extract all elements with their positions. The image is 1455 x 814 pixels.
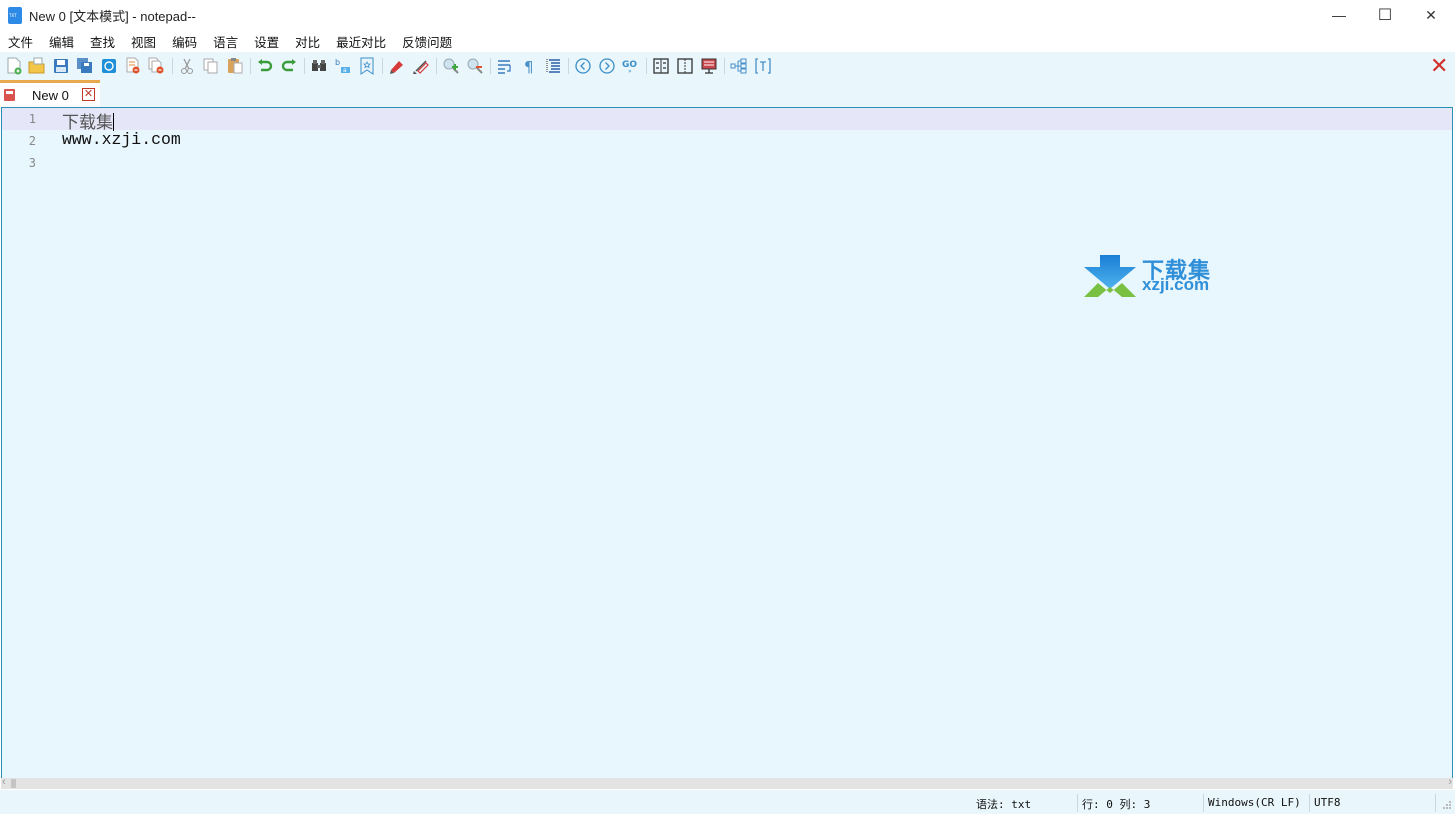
maximize-icon: ☐ — [1377, 7, 1393, 24]
toolbar-separator — [490, 58, 491, 74]
close-all-icon[interactable] — [148, 57, 166, 75]
menu-feedback[interactable]: 反馈问题 — [402, 32, 452, 51]
tree-view-icon[interactable] — [730, 57, 748, 75]
download-arrow-icon — [1084, 255, 1136, 297]
scroll-right-icon[interactable]: › — [1448, 776, 1452, 788]
toolbar-separator — [436, 58, 437, 74]
bookmark-icon[interactable] — [358, 57, 376, 75]
status-separator — [1435, 794, 1436, 812]
app-icon — [8, 6, 22, 24]
menu-encoding[interactable]: 编码 — [172, 32, 197, 51]
status-position: 行: 0 列: 3 — [1082, 798, 1151, 811]
menu-language[interactable]: 语言 — [213, 32, 238, 51]
undo-icon[interactable] — [256, 57, 274, 75]
menu-find[interactable]: 查找 — [90, 32, 115, 51]
line-number: 2 — [28, 134, 36, 148]
svg-text:a: a — [343, 67, 347, 74]
editor-line[interactable]: 3 — [2, 152, 1452, 174]
toolbar-separator — [172, 58, 173, 74]
tab-label: New 0 — [32, 88, 69, 103]
autosave-icon[interactable] — [100, 57, 118, 75]
word-wrap-icon[interactable] — [496, 57, 514, 75]
resize-grip-icon[interactable] — [1442, 800, 1452, 810]
status-eol: Windows(CR LF) — [1208, 796, 1301, 809]
menu-bar: 文件 编辑 查找 视图 编码 语言 设置 对比 最近对比 反馈问题 — [0, 30, 1455, 52]
minimize-button[interactable]: — — [1316, 0, 1362, 30]
title-bar: New 0 [文本模式] - notepad-- — ☐ ✕ — [0, 0, 1455, 30]
zoom-in-icon[interactable] — [442, 57, 460, 75]
status-separator — [1309, 794, 1310, 812]
menu-view[interactable]: 视图 — [131, 32, 156, 51]
toolbar-separator — [724, 58, 725, 74]
tab-bar: New 0 ✕ — [0, 80, 1455, 107]
bin-compare-icon[interactable] — [700, 57, 718, 75]
clear-mark-icon[interactable] — [412, 57, 430, 75]
prev-icon[interactable] — [574, 57, 592, 75]
menu-edit[interactable]: 编辑 — [49, 32, 74, 51]
close-all-tabs-button[interactable]: ✕ — [1430, 53, 1448, 79]
show-symbols-icon[interactable]: ¶ — [520, 57, 538, 75]
status-encoding: UTF8 — [1314, 796, 1341, 809]
status-separator — [1077, 794, 1078, 812]
tab-close-button[interactable]: ✕ — [82, 88, 95, 101]
window-title: New 0 [文本模式] - notepad-- — [29, 8, 196, 24]
new-file-icon[interactable] — [5, 57, 23, 75]
text-mode-icon[interactable] — [754, 57, 772, 75]
editor-area[interactable]: 1 下载集 2 www.xzji.com 3 — [1, 107, 1453, 789]
paste-icon[interactable] — [226, 57, 244, 75]
toolbar-separator — [568, 58, 569, 74]
line-text: www.xzji.com — [62, 130, 181, 149]
toolbar-separator — [250, 58, 251, 74]
tab-new-0[interactable]: New 0 ✕ — [0, 80, 100, 107]
watermark-logo: 下载集 xzji.com — [1082, 253, 1222, 299]
close-file-icon[interactable] — [124, 57, 142, 75]
status-bar: 语法: txt 行: 0 列: 3 Windows(CR LF) UTF8 — [0, 790, 1455, 814]
text-caret — [113, 113, 114, 131]
svg-text:b: b — [335, 58, 340, 67]
find-icon[interactable] — [310, 57, 328, 75]
close-icon: ✕ — [83, 88, 94, 100]
minimize-icon: — — [1332, 7, 1346, 23]
status-syntax: 语法: txt — [976, 798, 1032, 811]
toolbar-separator — [646, 58, 647, 74]
cut-icon[interactable] — [178, 57, 196, 75]
menu-compare[interactable]: 对比 — [295, 32, 320, 51]
toolbar-separator — [382, 58, 383, 74]
watermark-url: xzji.com — [1142, 275, 1210, 294]
redo-icon[interactable] — [280, 57, 298, 75]
status-separator — [1203, 794, 1204, 812]
save-icon[interactable] — [52, 57, 70, 75]
maximize-button[interactable]: ☐ — [1362, 0, 1408, 30]
open-folder-icon[interactable] — [28, 57, 46, 75]
compare-files-icon[interactable] — [652, 57, 670, 75]
horizontal-scrollbar[interactable]: ‹ › — [1, 776, 1453, 789]
toolbar: ba ¶ GO» ✕ — [0, 52, 1455, 80]
editor-line[interactable]: 1 下载集 — [2, 108, 1452, 133]
indent-guide-icon[interactable] — [544, 57, 562, 75]
toolbar-separator — [304, 58, 305, 74]
save-all-icon[interactable] — [76, 57, 94, 75]
scroll-left-icon[interactable]: ‹ — [2, 776, 6, 788]
editor-line[interactable]: 2 www.xzji.com — [2, 130, 1452, 152]
replace-icon[interactable]: ba — [334, 57, 352, 75]
unsaved-disk-icon — [4, 89, 15, 101]
close-icon: ✕ — [1430, 53, 1449, 78]
svg-text:¶: ¶ — [524, 58, 534, 75]
goto-icon[interactable]: GO» — [622, 57, 640, 75]
menu-file[interactable]: 文件 — [8, 32, 33, 51]
line-number: 3 — [28, 156, 36, 170]
menu-recent-compare[interactable]: 最近对比 — [336, 32, 386, 51]
compare-dirs-icon[interactable] — [676, 57, 694, 75]
line-number: 1 — [28, 112, 36, 126]
mark-icon[interactable] — [388, 57, 406, 75]
menu-settings[interactable]: 设置 — [254, 32, 279, 51]
close-icon: ✕ — [1425, 6, 1437, 23]
svg-text:»: » — [628, 68, 632, 75]
next-icon[interactable] — [598, 57, 616, 75]
scrollbar-thumb[interactable] — [11, 779, 16, 788]
zoom-out-icon[interactable] — [466, 57, 484, 75]
copy-icon[interactable] — [202, 57, 220, 75]
close-window-button[interactable]: ✕ — [1408, 0, 1454, 30]
